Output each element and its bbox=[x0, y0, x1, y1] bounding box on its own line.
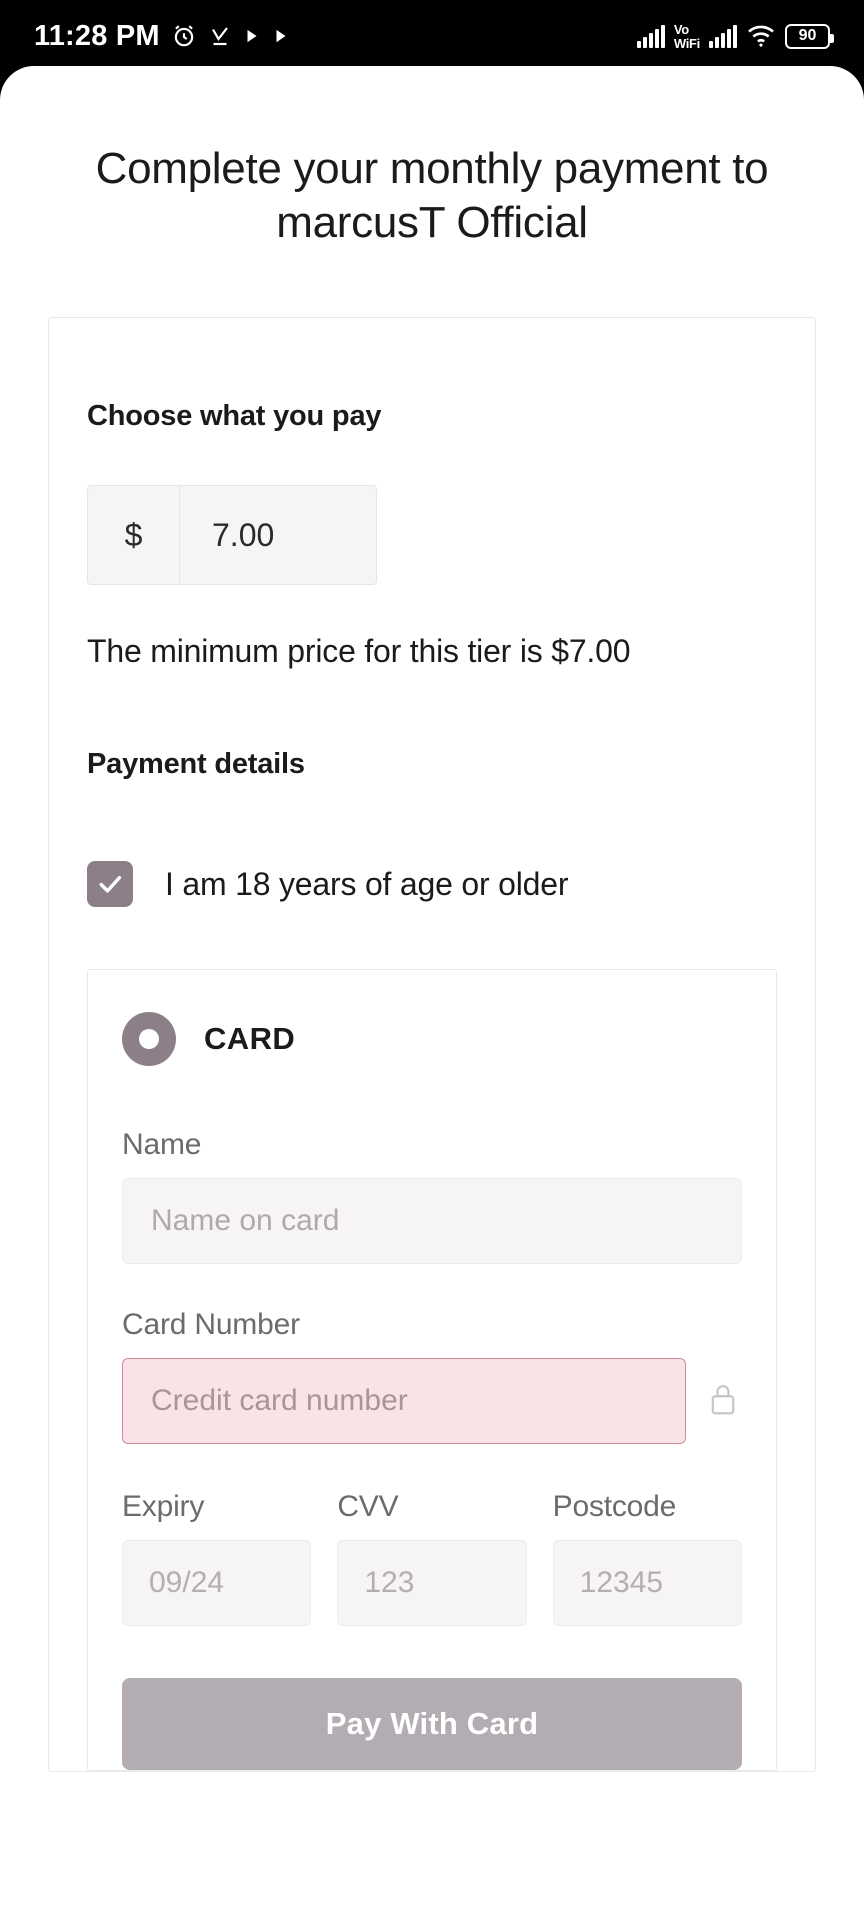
lock-icon bbox=[708, 1381, 742, 1422]
status-bar: 11:28 PM Vo WiFi 90 bbox=[0, 0, 864, 72]
cvv-label: CVV bbox=[337, 1490, 399, 1524]
battery-level: 90 bbox=[798, 27, 817, 44]
card-method-label: CARD bbox=[204, 1021, 296, 1057]
page-content: Complete your monthly payment to marcusT… bbox=[0, 66, 864, 1920]
signal-bars-icon bbox=[709, 24, 737, 48]
card-radio-button[interactable] bbox=[122, 1012, 176, 1067]
vowifi-label-bottom: WiFi bbox=[673, 35, 700, 51]
radio-dot-icon bbox=[139, 1029, 159, 1050]
page-title: Complete your monthly payment to marcusT… bbox=[95, 144, 769, 247]
amount-input[interactable]: 7.00 bbox=[180, 486, 376, 585]
cvv-input[interactable]: 123 bbox=[337, 1540, 527, 1627]
play-triangle-icon bbox=[243, 27, 261, 45]
status-bar-left: 11:28 PM bbox=[34, 20, 290, 53]
vowifi-icon: Vo WiFi bbox=[674, 23, 700, 50]
vowifi-label-top: Vo bbox=[673, 21, 689, 37]
status-bar-right: Vo WiFi 90 bbox=[636, 23, 834, 50]
status-time: 11:28 PM bbox=[34, 19, 160, 52]
play-triangle-icon bbox=[272, 27, 290, 45]
postcode-label: Postcode bbox=[552, 1490, 677, 1524]
payment-method-card-option[interactable]: CARD bbox=[122, 1012, 742, 1067]
payment-card: Choose what you pay $ 7.00 The minimum p… bbox=[48, 317, 816, 1773]
age-checkbox[interactable] bbox=[87, 861, 133, 908]
minimum-price-note: The minimum price for this tier is $7.00 bbox=[87, 633, 631, 670]
card-number-row: Credit card number bbox=[122, 1358, 742, 1445]
expiry-label: Expiry bbox=[122, 1490, 205, 1524]
cvv-field: CVV 123 bbox=[337, 1490, 527, 1627]
expiry-field: Expiry 09/24 bbox=[122, 1490, 312, 1627]
signal-bars-icon bbox=[636, 24, 665, 48]
card-method-panel: CARD Name Name on card Card Number Credi… bbox=[87, 969, 777, 1772]
age-confirmation-row[interactable]: I am 18 years of age or older bbox=[87, 861, 777, 908]
wifi-icon bbox=[746, 24, 776, 48]
alarm-clock-icon bbox=[171, 23, 197, 49]
amount-input-group[interactable]: $ 7.00 bbox=[87, 485, 377, 586]
phone-screen: 11:28 PM Vo WiFi 90 Complete your monthl… bbox=[0, 0, 864, 1920]
age-checkbox-label: I am 18 years of age or older bbox=[165, 865, 569, 902]
currency-symbol: $ bbox=[88, 486, 180, 585]
postcode-input[interactable]: 12345 bbox=[552, 1540, 742, 1627]
pay-with-card-button[interactable]: Pay With Card bbox=[122, 1678, 742, 1771]
payment-details-heading: Payment details bbox=[87, 748, 305, 781]
postcode-field: Postcode 12345 bbox=[552, 1490, 742, 1627]
download-complete-icon bbox=[208, 24, 232, 48]
card-number-input[interactable]: Credit card number bbox=[122, 1358, 686, 1445]
expiry-cvv-postcode-row: Expiry 09/24 CVV 123 Postcode 12345 bbox=[122, 1490, 742, 1627]
name-field-label: Name bbox=[122, 1128, 202, 1162]
choose-what-you-pay-heading: Choose what you pay bbox=[87, 400, 382, 433]
name-input[interactable]: Name on card bbox=[122, 1178, 742, 1265]
card-number-field-label: Card Number bbox=[122, 1308, 300, 1342]
battery-icon: 90 bbox=[785, 23, 834, 49]
expiry-input[interactable]: 09/24 bbox=[122, 1540, 312, 1627]
